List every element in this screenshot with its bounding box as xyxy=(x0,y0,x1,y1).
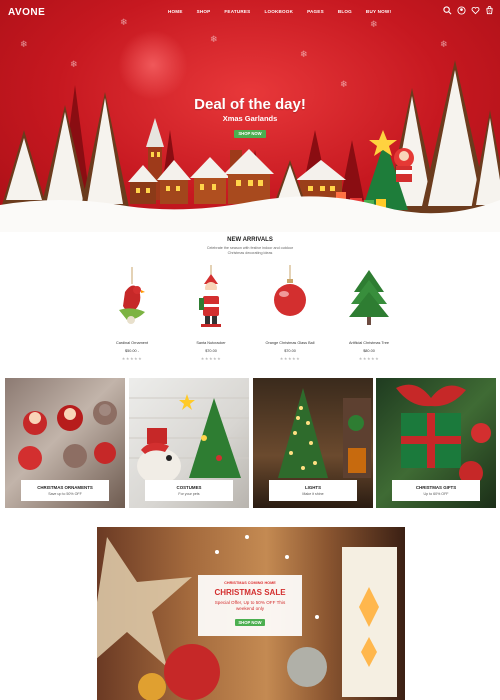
snowflake-icon: ❄ xyxy=(440,40,448,50)
product-image[interactable] xyxy=(334,262,404,337)
product-card[interactable]: Cardinal Ornament $50.00 - ★★★★★ xyxy=(97,262,167,361)
product-image[interactable] xyxy=(255,262,325,337)
sale-card: CHRISTMAS COMING HOME CHRISTMAS SALE Spe… xyxy=(198,575,302,636)
category-subtitle: Make it shine xyxy=(302,492,324,496)
snowflake-icon: ❄ xyxy=(70,60,78,70)
product-name[interactable]: Santa Nutcracker xyxy=(176,341,246,345)
category-gifts[interactable]: CHRISTMAS GIFTS Up to 60% OFF xyxy=(376,378,496,508)
hero-shop-now-button[interactable]: SHOP NOW xyxy=(234,130,266,138)
cart-icon[interactable]: 0 xyxy=(485,6,494,15)
nav-blog[interactable]: BLOG xyxy=(338,9,352,14)
product-card[interactable]: Santa Nutcracker $70.00 ★★★★★ xyxy=(176,262,246,361)
product-price: $50.00 - xyxy=(125,349,139,353)
hero-subtitle: Xmas Garlands xyxy=(222,114,278,123)
product-rating: ★★★★★ xyxy=(358,356,380,361)
new-arrivals-title: NEW ARRIVALS xyxy=(227,237,273,243)
category-subtitle: Save up to 50% OFF xyxy=(48,492,82,496)
snowflake-icon: ❄ xyxy=(300,50,308,60)
category-label[interactable]: COSTUMES For your pets xyxy=(145,480,233,501)
snowflake-icon: ❄ xyxy=(20,40,28,50)
sale-title: CHRISTMAS SALE xyxy=(214,588,286,597)
category-label[interactable]: LIGHTS Make it shine xyxy=(269,480,357,501)
snowflake-icon: ❄ xyxy=(370,20,378,30)
header-icons: 0 xyxy=(443,6,494,15)
category-title: CHRISTMAS ORNAMENTS xyxy=(37,485,93,490)
product-name[interactable]: Cardinal Ornament xyxy=(97,341,167,345)
category-ornaments[interactable]: CHRISTMAS ORNAMENTS Save up to 50% OFF xyxy=(5,378,125,508)
product-image[interactable] xyxy=(176,262,246,337)
product-card[interactable]: Orange Christmas Glass Ball $70.00 ★★★★★ xyxy=(255,262,325,361)
search-icon[interactable] xyxy=(443,6,452,15)
product-card[interactable]: Artificial Christmas Tree $80.00 ★★★★★ xyxy=(334,262,404,361)
product-rating: ★★★★★ xyxy=(121,356,143,361)
product-price: $70.00 xyxy=(205,349,217,353)
hero-banner: ❄ ❄ ❄ ❄ ❄ ❄ ❄ ❄ AVONE HOME SHOP FEATURES… xyxy=(0,0,500,232)
user-icon[interactable] xyxy=(457,6,466,15)
cart-count: 0 xyxy=(489,10,491,14)
category-label[interactable]: CHRISTMAS GIFTS Up to 60% OFF xyxy=(392,480,480,501)
product-price: $80.00 xyxy=(363,349,375,353)
product-name[interactable]: Artificial Christmas Tree xyxy=(334,341,404,345)
category-title: LIGHTS xyxy=(304,485,322,490)
snowflake-icon: ❄ xyxy=(120,18,128,28)
product-rating: ★★★★★ xyxy=(200,356,222,361)
sale-description: Special Offer, Up to 50% OFF This weeken… xyxy=(214,600,286,611)
category-label[interactable]: CHRISTMAS ORNAMENTS Save up to 50% OFF xyxy=(21,480,109,501)
page: ❄ ❄ ❄ ❄ ❄ ❄ ❄ ❄ AVONE HOME SHOP FEATURES… xyxy=(0,0,500,700)
brand-logo[interactable]: AVONE xyxy=(8,7,45,18)
new-arrivals-subtitle: Celebrate the season with festive indoor… xyxy=(206,246,294,255)
nav-pages[interactable]: PAGES xyxy=(307,9,324,14)
heart-icon[interactable] xyxy=(471,6,480,15)
nav-buy-now[interactable]: BUY NOW! xyxy=(366,9,391,14)
category-title: COSTUMES xyxy=(176,485,202,490)
category-title: CHRISTMAS GIFTS xyxy=(415,485,457,490)
snowflake-icon: ❄ xyxy=(210,35,218,45)
nav-features[interactable]: FEATURES xyxy=(224,9,250,14)
nav-home[interactable]: HOME xyxy=(168,9,183,14)
category-lights[interactable]: LIGHTS Make it shine xyxy=(253,378,373,508)
product-price: $70.00 xyxy=(284,349,296,353)
christmas-sale-banner: CHRISTMAS COMING HOME CHRISTMAS SALE Spe… xyxy=(97,527,405,700)
sale-kicker: CHRISTMAS COMING HOME xyxy=(224,581,276,585)
product-image[interactable] xyxy=(97,262,167,337)
product-rating: ★★★★★ xyxy=(279,356,301,361)
nav-lookbook[interactable]: LOOKBOOK xyxy=(264,9,293,14)
product-name[interactable]: Orange Christmas Glass Ball xyxy=(255,341,325,345)
snowflake-icon: ❄ xyxy=(340,80,348,90)
sale-shop-now-button[interactable]: SHOP NOW xyxy=(235,619,265,626)
category-costumes[interactable]: COSTUMES For your pets xyxy=(129,378,249,508)
nav-shop[interactable]: SHOP xyxy=(197,9,211,14)
category-subtitle: For your pets xyxy=(178,492,200,496)
main-nav: HOME SHOP FEATURES LOOKBOOK PAGES BLOG B… xyxy=(168,9,405,14)
hero-title: Deal of the day! xyxy=(194,96,306,113)
category-subtitle: Up to 60% OFF xyxy=(423,492,449,496)
